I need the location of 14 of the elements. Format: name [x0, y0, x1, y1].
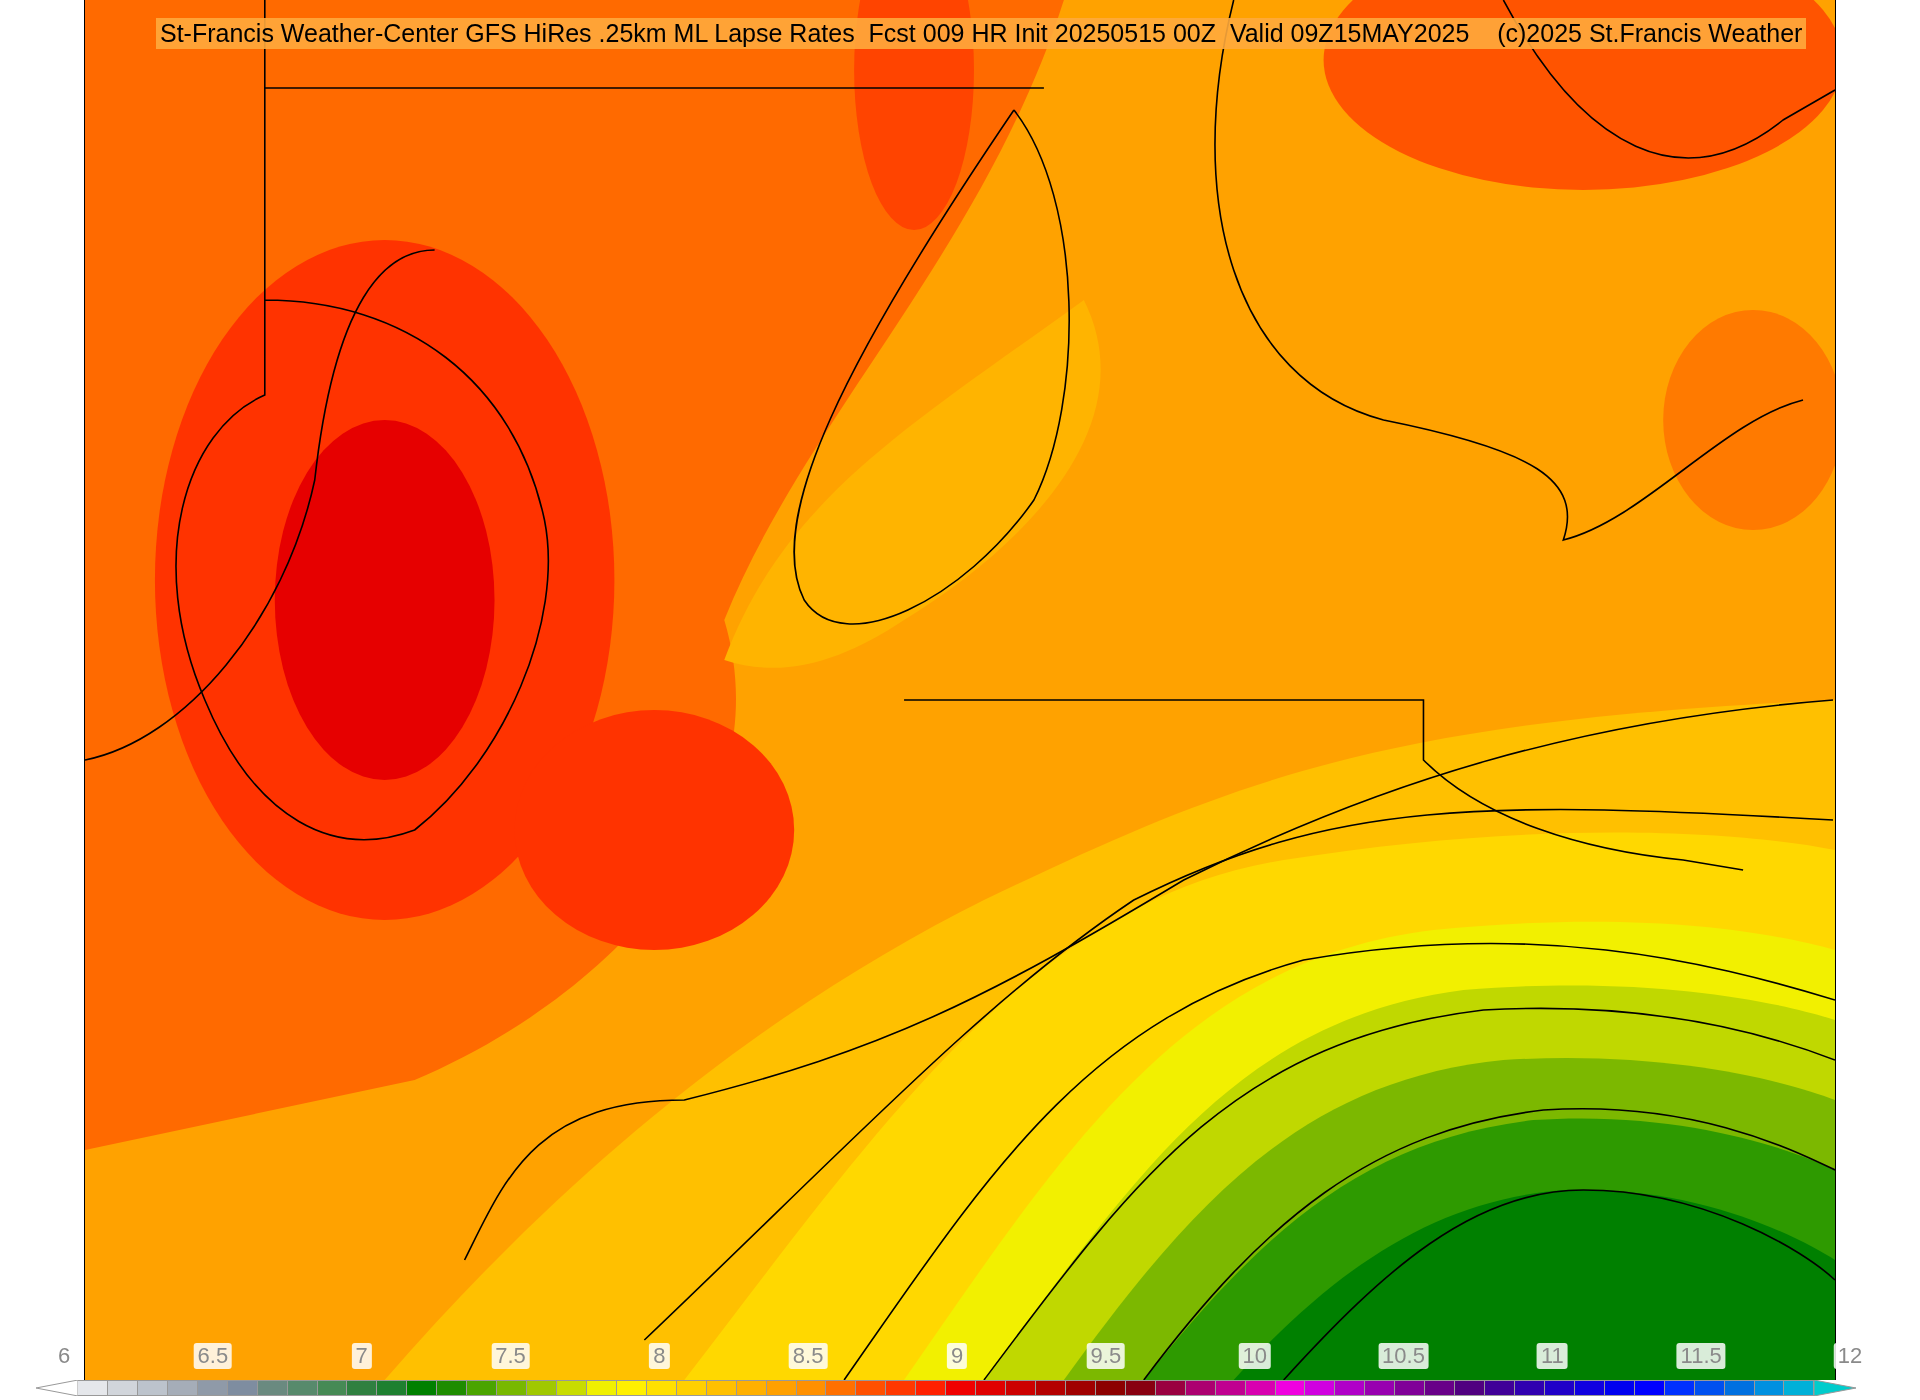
colorbar-low-end-icon	[36, 1380, 78, 1396]
colorbar-tick-label: 8.5	[788, 1343, 828, 1369]
colorbar-tick-label: 10	[1238, 1343, 1271, 1369]
map-title: St-Francis Weather-Center GFS HiRes .25km ML Lapse Rates Fcst 009 HR Init 20250515 00Z Valid 09Z15MAY2025 (c)2025 St.Francis Weather	[156, 18, 1807, 49]
colorbar-tick-label: 8	[649, 1343, 670, 1369]
colorbar-tick-label: 10.5	[1378, 1343, 1429, 1369]
colorbar-tick-label: 9.5	[1086, 1343, 1126, 1369]
colorbar-high-end-icon	[1814, 1380, 1857, 1396]
colorbar-tick-label: 6.5	[193, 1343, 233, 1369]
colorbar-tick-label: 7	[351, 1343, 372, 1369]
colorbar-tick-label: 7.5	[491, 1343, 530, 1369]
colorbar-tick-label: 11	[1536, 1343, 1568, 1369]
colorbar-tick-label: 11.5	[1676, 1343, 1726, 1369]
colorbar-tick-label: 9	[946, 1343, 968, 1369]
